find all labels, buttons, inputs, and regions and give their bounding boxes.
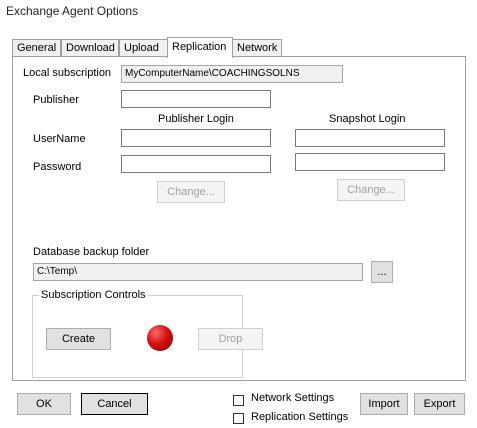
tab-download-label: Download (66, 42, 115, 54)
cancel-button[interactable]: Cancel (81, 393, 148, 415)
local-subscription-label: Local subscription (23, 67, 112, 79)
import-button[interactable]: Import (360, 393, 408, 415)
network-settings-checkbox[interactable] (233, 395, 244, 406)
tab-network[interactable]: Network (232, 39, 282, 56)
tab-replication-label: Replication (172, 41, 227, 53)
browse-folder-button[interactable]: ... (371, 261, 393, 283)
publisher-input[interactable] (121, 90, 271, 108)
tab-download[interactable]: Download (61, 39, 119, 56)
tab-general[interactable]: General (12, 39, 61, 56)
replication-settings-label: Replication Settings (251, 411, 349, 423)
snapshot-password-input[interactable] (295, 153, 445, 171)
local-subscription-field: MyComputerName\COACHINGSOLNS (121, 65, 343, 83)
backup-folder-field: C:\Temp\ (33, 263, 363, 281)
publisher-username-input[interactable] (121, 129, 271, 147)
tab-general-label: General (17, 42, 57, 54)
create-button[interactable]: Create (46, 328, 111, 350)
publisher-password-input[interactable] (121, 155, 271, 173)
drop-button[interactable]: Drop (198, 328, 263, 350)
replication-settings-checkbox[interactable] (233, 413, 244, 424)
tab-upload[interactable]: Upload (119, 39, 168, 56)
publisher-change-button[interactable]: Change... (157, 181, 225, 203)
snapshot-login-header: Snapshot Login (329, 113, 406, 125)
replication-panel: Local subscription MyComputerName\COACHI… (12, 56, 466, 381)
snapshot-username-input[interactable] (295, 129, 445, 147)
ok-button[interactable]: OK (17, 393, 71, 415)
username-label: UserName (33, 133, 86, 145)
publisher-label: Publisher (33, 94, 79, 106)
password-label: Password (33, 161, 82, 173)
export-button[interactable]: Export (414, 393, 465, 415)
network-settings-label: Network Settings (251, 392, 335, 404)
publisher-login-header: Publisher Login (158, 113, 234, 125)
subscription-status-indicator (147, 325, 173, 351)
backup-folder-label: Database backup folder (33, 246, 150, 258)
tab-upload-label: Upload (124, 42, 159, 54)
tab-replication[interactable]: Replication (167, 37, 233, 58)
snapshot-change-button[interactable]: Change... (337, 179, 405, 201)
tab-network-label: Network (237, 42, 278, 54)
window-title: Exchange Agent Options (6, 4, 139, 18)
subscription-controls-title: Subscription Controls (39, 289, 148, 301)
